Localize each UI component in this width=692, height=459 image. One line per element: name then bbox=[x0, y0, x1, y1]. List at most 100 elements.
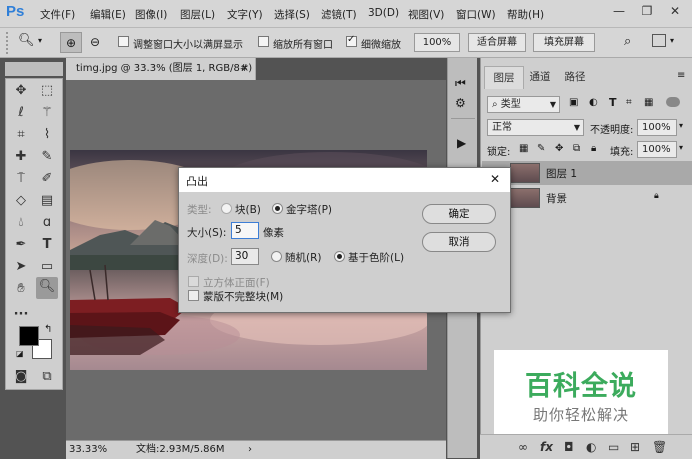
tab-layers[interactable]: 图层 bbox=[484, 66, 524, 89]
filter-shape-icon[interactable]: ⌗ bbox=[626, 97, 632, 108]
menu-filter[interactable]: 滤镜(T) bbox=[321, 7, 357, 22]
eraser-icon[interactable]: ◇ bbox=[10, 191, 32, 211]
menu-image[interactable]: 图像(I) bbox=[135, 7, 167, 22]
magic-wand-icon[interactable]: ⚚ bbox=[36, 103, 58, 123]
delete-layer-icon[interactable]: 🗑︎ bbox=[652, 440, 667, 454]
menu-layer[interactable]: 图层(L) bbox=[180, 7, 215, 22]
filter-adjustment-icon[interactable]: ◐ bbox=[589, 97, 598, 108]
type-block-radio[interactable] bbox=[221, 203, 232, 214]
clone-stamp-icon[interactable]: ⍑ bbox=[10, 169, 32, 189]
lock-all-icon[interactable]: 🔒︎ bbox=[591, 143, 596, 154]
menu-edit[interactable]: 编辑(E) bbox=[90, 7, 126, 22]
restore-button[interactable]: ❐ bbox=[636, 4, 658, 22]
zoom-out-icon[interactable]: ⊖ bbox=[86, 32, 104, 53]
fit-screen-button[interactable]: 适合屏幕 bbox=[468, 33, 526, 52]
path-select-icon[interactable]: ➤ bbox=[10, 257, 32, 277]
crop-tool-icon[interactable]: ⌗ bbox=[10, 125, 32, 145]
zoom-100-button[interactable]: 100% bbox=[414, 33, 460, 52]
menu-3d[interactable]: 3D(D) bbox=[368, 7, 399, 19]
menu-type[interactable]: 文字(Y) bbox=[227, 7, 263, 22]
fill-input[interactable]: 100% bbox=[637, 141, 677, 158]
depth-input[interactable]: 30 bbox=[231, 248, 259, 265]
history-panel-icon[interactable]: ⏮ bbox=[455, 76, 466, 91]
size-input[interactable]: 5 bbox=[231, 222, 259, 239]
menu-file[interactable]: 文件(F) bbox=[40, 7, 75, 22]
marquee-tool-icon[interactable]: ⬚ bbox=[36, 81, 58, 101]
foreground-color-swatch[interactable] bbox=[19, 326, 39, 346]
new-layer-icon[interactable]: ⊞ bbox=[630, 440, 640, 454]
screen-mode-icon[interactable]: ⧉ bbox=[36, 367, 58, 387]
menu-help[interactable]: 帮助(H) bbox=[507, 7, 544, 22]
lasso-tool-icon[interactable]: ℓ bbox=[10, 103, 32, 123]
cancel-button[interactable]: 取消 bbox=[422, 232, 496, 252]
filter-smart-icon[interactable]: ▦ bbox=[644, 97, 653, 108]
quick-mask-icon[interactable]: ◙ bbox=[10, 367, 32, 387]
rectangle-tool-icon[interactable]: ▭ bbox=[36, 257, 58, 277]
default-colors-icon[interactable]: ◪ bbox=[16, 349, 24, 358]
type-pyramid-label[interactable]: 金字塔(P) bbox=[286, 202, 332, 217]
minimize-button[interactable]: — bbox=[608, 4, 630, 22]
actions-play-icon[interactable]: ▶ bbox=[457, 136, 466, 150]
blur-tool-icon[interactable]: 💧︎ bbox=[10, 213, 32, 233]
move-tool-icon[interactable]: ✥ bbox=[10, 81, 32, 101]
depth-random-radio[interactable] bbox=[271, 251, 282, 262]
layer-style-icon[interactable]: fx bbox=[540, 440, 553, 454]
healing-brush-icon[interactable]: ✚ bbox=[10, 147, 32, 167]
zoom-tool-active-icon[interactable]: 🔍︎ bbox=[36, 277, 58, 299]
lock-image-icon[interactable]: ✎ bbox=[537, 143, 545, 154]
workspace-icon[interactable] bbox=[652, 34, 666, 47]
gradient-icon[interactable]: ▤ bbox=[36, 191, 58, 211]
ok-button[interactable]: 确定 bbox=[422, 204, 496, 224]
history-brush-icon[interactable]: ✐ bbox=[36, 169, 58, 189]
blend-mode-select[interactable]: 正常 ▼ bbox=[487, 119, 584, 136]
link-layers-icon[interactable]: ∞ bbox=[518, 440, 528, 454]
menu-view[interactable]: 视图(V) bbox=[408, 7, 444, 22]
filter-toggle[interactable] bbox=[666, 97, 680, 107]
mask-incomplete-checkbox[interactable] bbox=[188, 290, 199, 301]
type-pyramid-radio[interactable] bbox=[272, 203, 283, 214]
tab-paths[interactable]: 路径 bbox=[558, 66, 592, 88]
solid-front-checkbox[interactable] bbox=[188, 276, 199, 287]
type-block-label[interactable]: 块(B) bbox=[235, 202, 261, 217]
status-arrow-icon[interactable]: › bbox=[248, 441, 252, 459]
opacity-input[interactable]: 100% bbox=[637, 119, 677, 136]
depth-random-label[interactable]: 随机(R) bbox=[285, 250, 322, 265]
scrubby-zoom-checkbox[interactable] bbox=[346, 34, 357, 47]
zoom-tool-icon[interactable]: 🔍︎ bbox=[18, 33, 35, 48]
lock-position-icon[interactable]: ✥ bbox=[555, 143, 563, 154]
depth-level-based-radio[interactable] bbox=[334, 251, 345, 262]
dialog-close-icon[interactable]: ✕ bbox=[490, 172, 500, 186]
hand-tool-icon[interactable]: ✋︎ bbox=[10, 279, 32, 299]
swap-colors-icon[interactable]: ↰ bbox=[44, 324, 52, 335]
document-close-icon[interactable]: × bbox=[241, 58, 249, 80]
zoom-all-windows-checkbox[interactable] bbox=[258, 36, 269, 47]
fill-chevron-icon[interactable]: ▾ bbox=[679, 143, 683, 152]
filter-pixel-icon[interactable]: ▣ bbox=[569, 97, 578, 108]
new-group-icon[interactable]: ▭ bbox=[608, 440, 619, 454]
document-tab[interactable]: timg.jpg @ 33.3% (图层 1, RGB/8#) * × bbox=[66, 58, 256, 96]
panel-menu-icon[interactable]: ≡ bbox=[677, 70, 685, 81]
adjustment-layer-icon[interactable]: ◐ bbox=[586, 440, 596, 454]
lock-artboard-icon[interactable]: ⧉ bbox=[573, 143, 580, 154]
search-icon[interactable]: ⌕ bbox=[624, 34, 631, 49]
menu-window[interactable]: 窗口(W) bbox=[456, 7, 496, 22]
zoom-in-icon[interactable]: ⊕ bbox=[60, 32, 82, 53]
tab-channels[interactable]: 通道 bbox=[523, 66, 557, 88]
add-mask-icon[interactable]: ◘ bbox=[564, 440, 574, 454]
layer-row-background[interactable]: 👁︎ 背景 🔒︎ bbox=[482, 186, 692, 210]
dodge-tool-icon[interactable]: ɑ bbox=[36, 213, 58, 233]
opacity-chevron-icon[interactable]: ▾ bbox=[679, 121, 683, 130]
layer-name[interactable]: 背景 bbox=[546, 191, 567, 206]
type-tool-icon[interactable]: T bbox=[36, 235, 58, 255]
workspace-chevron-icon[interactable]: ▾ bbox=[670, 36, 674, 45]
properties-panel-icon[interactable]: ⚙ bbox=[455, 96, 466, 110]
pen-tool-icon[interactable]: ✒ bbox=[10, 235, 32, 255]
depth-level-based-label[interactable]: 基于色阶(L) bbox=[348, 250, 404, 265]
close-window-button[interactable]: ✕ bbox=[664, 4, 686, 22]
zoom-level[interactable]: 33.33% bbox=[69, 441, 107, 459]
brush-tool-icon[interactable]: ✎ bbox=[36, 147, 58, 167]
eyedropper-icon[interactable]: ⌇ bbox=[36, 125, 58, 145]
menu-select[interactable]: 选择(S) bbox=[274, 7, 310, 22]
lock-transparent-icon[interactable]: ▦ bbox=[519, 143, 528, 154]
chevron-down-icon[interactable]: ▾ bbox=[38, 36, 42, 45]
